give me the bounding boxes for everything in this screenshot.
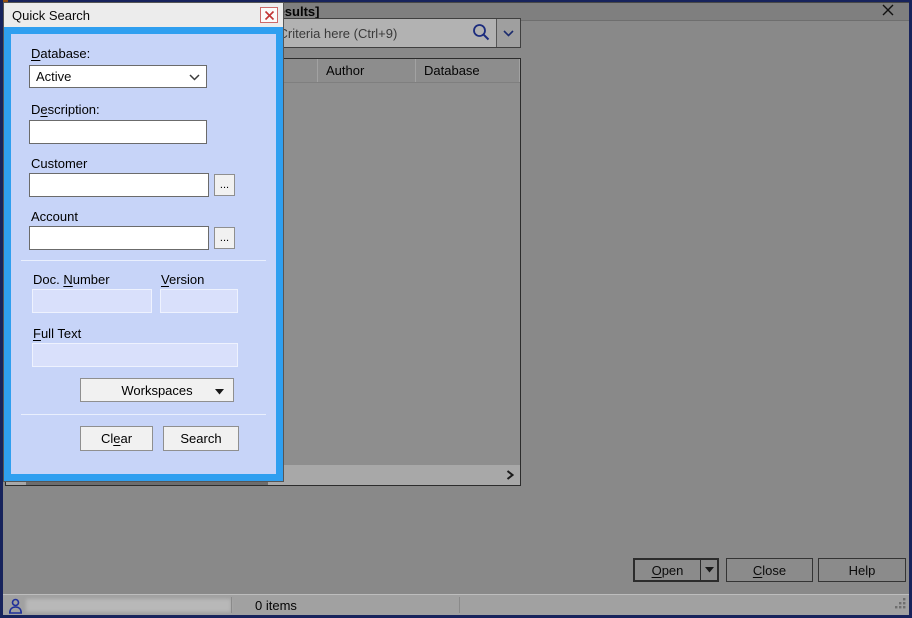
quick-search-close-button[interactable]: [260, 7, 278, 23]
description-label: Description:: [31, 102, 100, 117]
description-field[interactable]: [29, 120, 207, 144]
database-select-value: Active: [36, 69, 71, 84]
window-close-button[interactable]: [880, 3, 896, 19]
workspaces-button[interactable]: Workspaces: [80, 378, 234, 402]
open-button[interactable]: Open: [633, 558, 719, 582]
full-text-label: Full Text: [33, 326, 81, 341]
status-separator: [231, 597, 232, 613]
customer-label: Customer: [31, 156, 87, 171]
status-separator: [459, 597, 460, 613]
account-browse-button[interactable]: ...: [214, 227, 235, 249]
full-text-field[interactable]: [32, 343, 238, 367]
quick-search-panel: Quick Search Database: Active Descriptio…: [3, 2, 284, 482]
separator: [21, 260, 266, 261]
open-button-label: Open: [635, 563, 700, 578]
customer-field[interactable]: [29, 173, 209, 197]
close-icon: [881, 3, 895, 20]
user-icon: [8, 598, 23, 617]
open-dropdown-caret[interactable]: [701, 567, 717, 573]
dropdown-caret-icon: [215, 383, 224, 398]
separator: [21, 414, 266, 415]
scroll-right-arrow[interactable]: [500, 465, 520, 485]
status-bar: 0 items: [3, 594, 909, 615]
database-label: Database:: [31, 46, 90, 61]
quick-search-form: Database: Active Description: Customer .…: [4, 27, 283, 481]
search-options-dropdown[interactable]: [496, 19, 520, 47]
search-icon[interactable]: [472, 23, 490, 44]
dialog-window: im Search for WorkSpaces - [\Search Resu…: [0, 0, 912, 618]
close-button[interactable]: Close: [726, 558, 813, 582]
resize-grip-icon[interactable]: [895, 597, 906, 612]
version-label: Version: [161, 272, 204, 287]
account-label: Account: [31, 209, 78, 224]
quick-search-title: Quick Search: [12, 8, 90, 23]
quick-search-header: Quick Search: [4, 3, 283, 27]
column-header-author[interactable]: Author: [318, 59, 416, 82]
quick-search-search-button[interactable]: Search: [163, 426, 239, 451]
version-field[interactable]: [160, 289, 238, 313]
database-select[interactable]: Active: [29, 65, 207, 88]
clear-button[interactable]: Clear: [80, 426, 153, 451]
doc-number-field[interactable]: [32, 289, 152, 313]
chevron-down-icon: [189, 69, 200, 84]
redacted-username: [26, 599, 231, 612]
customer-browse-button[interactable]: ...: [214, 174, 235, 196]
doc-number-label: Doc. Number: [33, 272, 110, 287]
column-header-database[interactable]: Database: [416, 59, 520, 82]
help-button[interactable]: Help: [818, 558, 906, 582]
account-field[interactable]: [29, 226, 209, 250]
items-count: 0 items: [255, 598, 297, 613]
